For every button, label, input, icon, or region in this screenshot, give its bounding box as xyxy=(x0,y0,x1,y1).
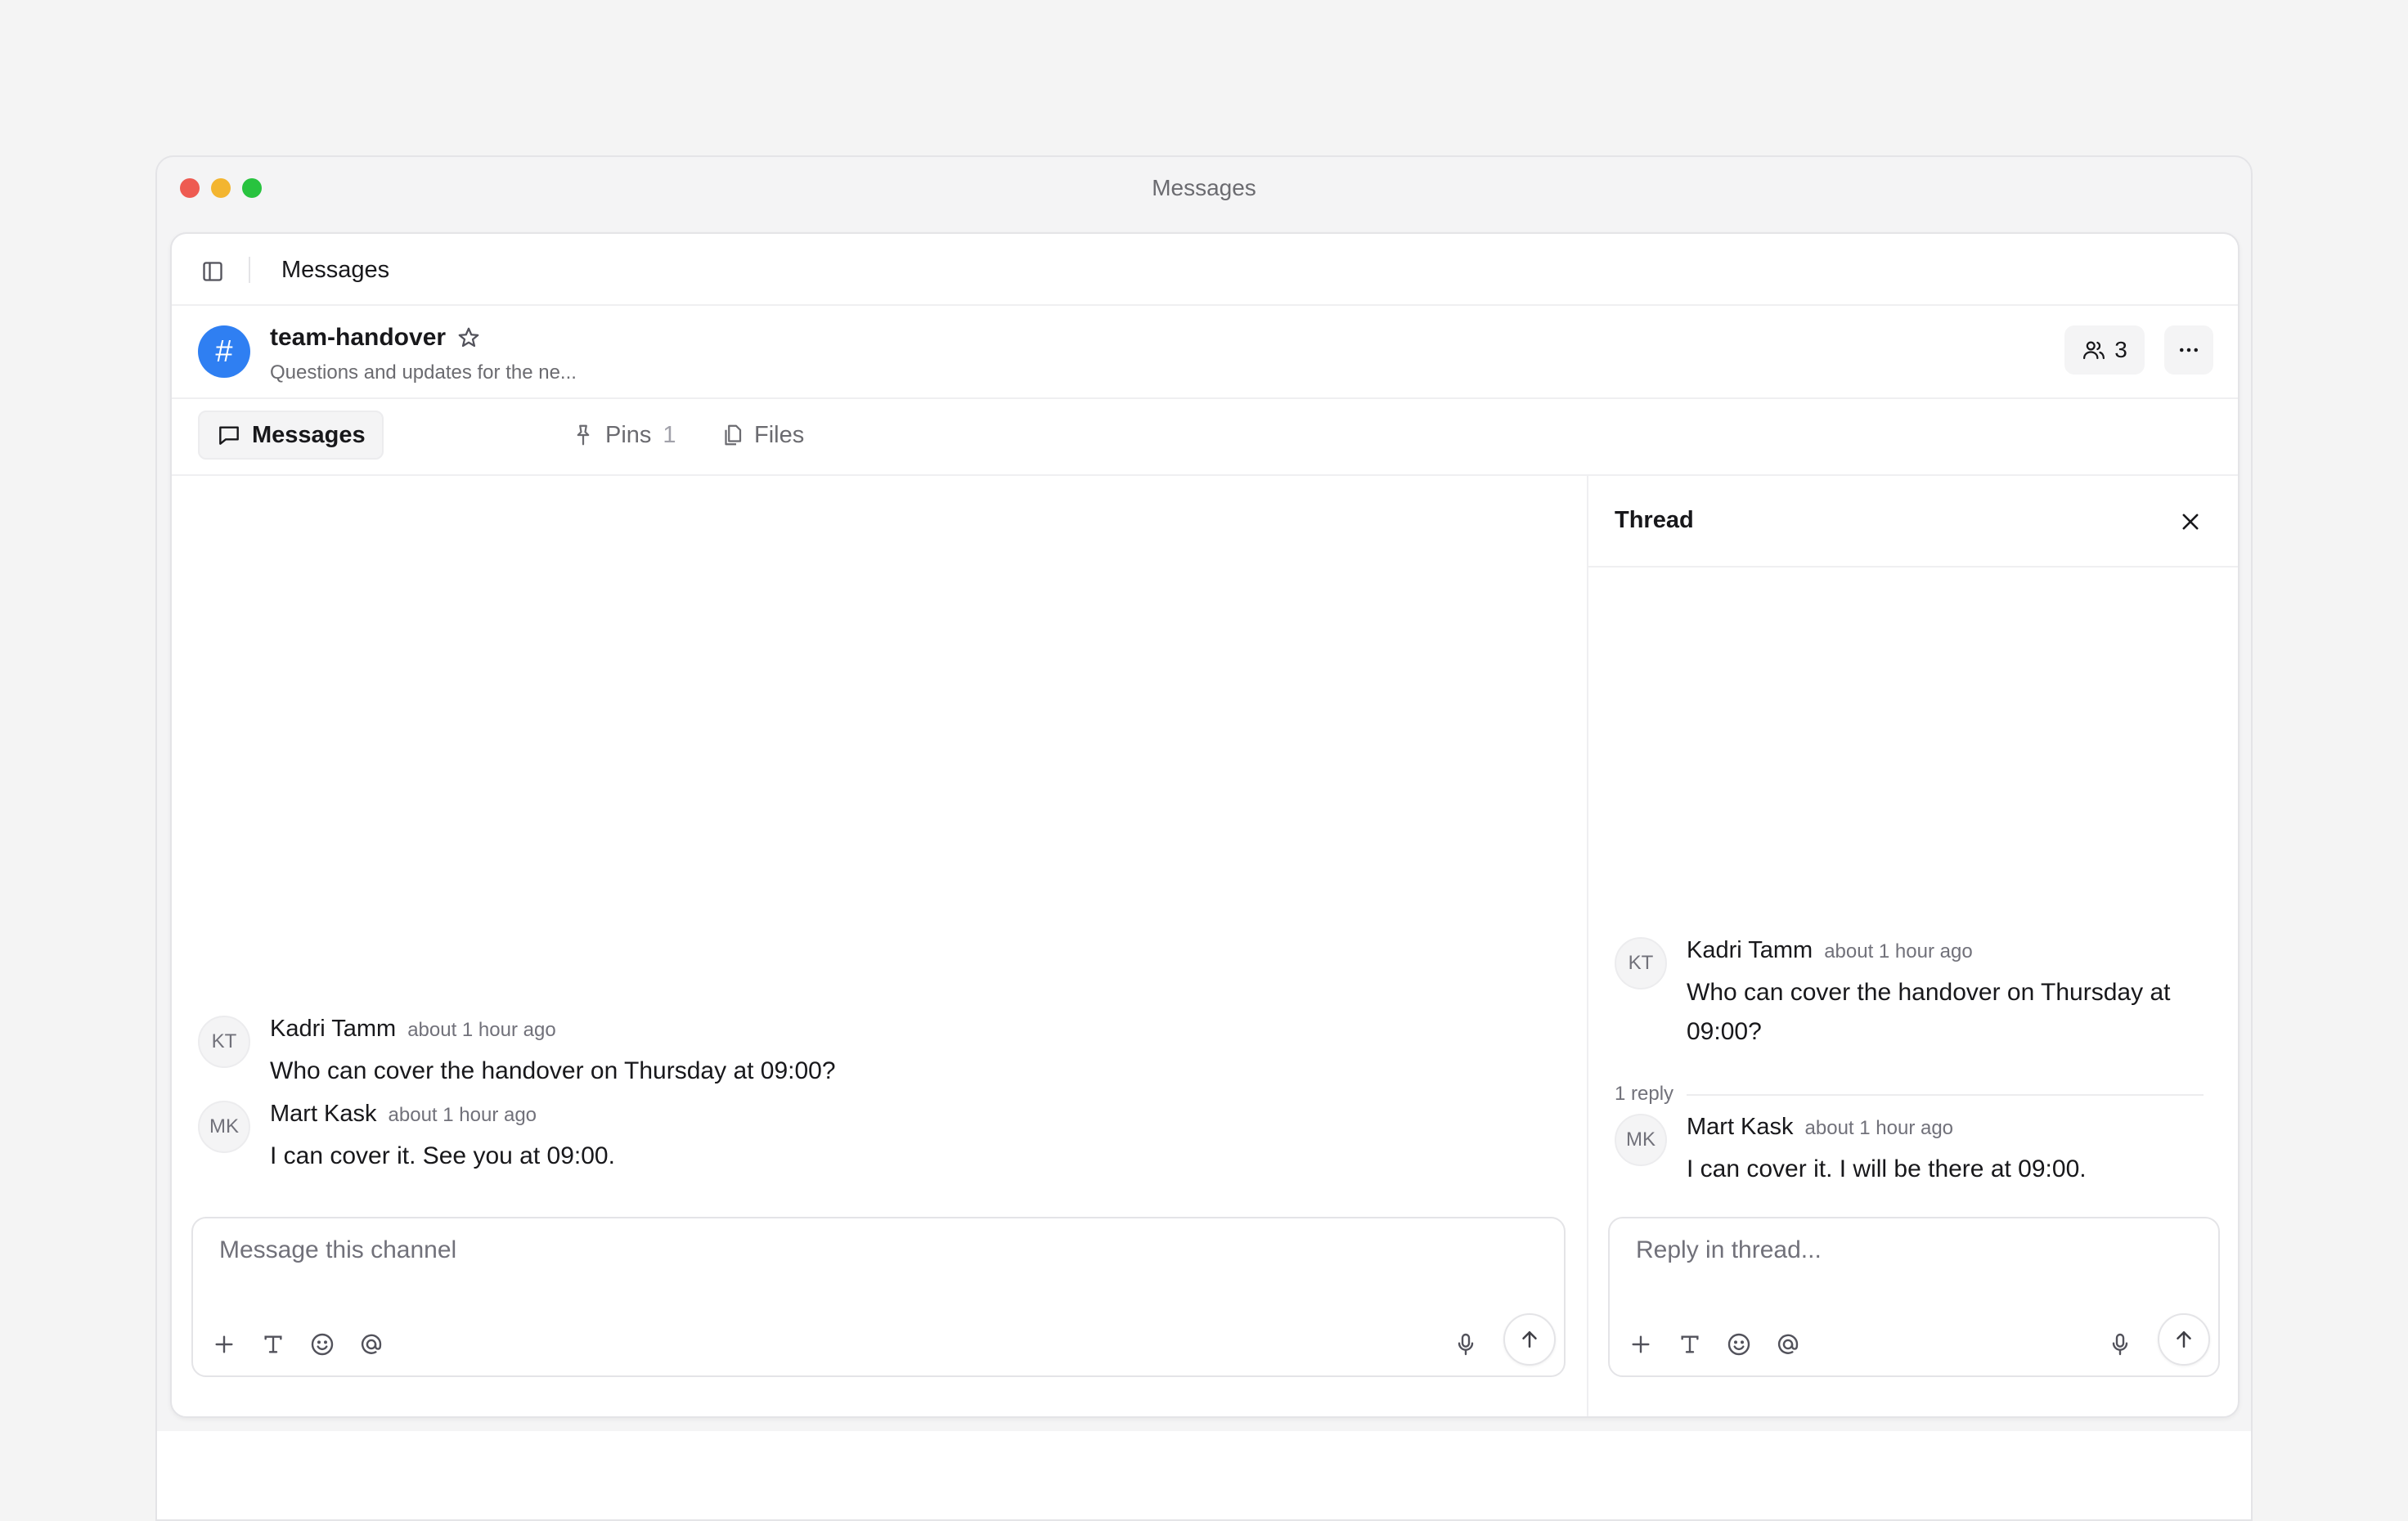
arrow-up-icon xyxy=(2172,1327,2196,1352)
message-author: Mart Kask xyxy=(270,1101,377,1127)
divider xyxy=(249,257,250,283)
message-header: Kadri Tamm about 1 hour ago xyxy=(270,1016,556,1043)
message-text: Who can cover the handover on Thursday a… xyxy=(1687,973,2170,1052)
text-format-icon[interactable] xyxy=(1677,1331,1703,1357)
star-icon[interactable] xyxy=(456,325,481,350)
message-square-icon xyxy=(216,422,242,448)
divider xyxy=(1615,1094,2204,1096)
avatar: KT xyxy=(198,1016,250,1068)
member-count: 3 xyxy=(2114,337,2127,362)
top-bar: Messages xyxy=(172,234,2238,306)
send-reply-button[interactable] xyxy=(2158,1313,2210,1366)
app-window: Messages Messages # team-handover Questi… xyxy=(155,155,2253,1521)
title-bar: Messages xyxy=(157,157,2251,219)
message-author: Kadri Tamm xyxy=(270,1016,397,1042)
message-time: about 1 hour ago xyxy=(1804,1117,1954,1139)
message-input[interactable]: Message this channel xyxy=(219,1236,456,1264)
reply-count-divider: 1 reply xyxy=(1615,1083,2204,1107)
sidebar-toggle-icon[interactable] xyxy=(201,260,224,283)
pins-count: 1 xyxy=(663,421,676,448)
users-icon xyxy=(2082,338,2106,362)
channel-name: team-handover xyxy=(270,324,447,351)
microphone-icon[interactable] xyxy=(2107,1331,2133,1357)
thread-reply-input[interactable]: Reply in thread... xyxy=(1636,1236,1822,1264)
avatar: MK xyxy=(1615,1114,1667,1166)
members-button[interactable]: 3 xyxy=(2064,325,2145,375)
message-author: Mart Kask xyxy=(1687,1114,1794,1140)
window-title: Messages xyxy=(1152,175,1256,200)
message-text: Who can cover the handover on Thursday a… xyxy=(270,1057,836,1084)
tab-messages[interactable]: Messages xyxy=(198,411,384,460)
channel-tabs: Messages Pins 1 Files xyxy=(172,399,2238,476)
tab-label: Files xyxy=(754,421,805,448)
close-icon[interactable] xyxy=(2179,510,2202,533)
tab-label: Messages xyxy=(252,421,366,448)
reply-count: 1 reply xyxy=(1615,1083,1687,1106)
message-text-line: Who can cover the handover on Thursday a… xyxy=(1687,979,2171,1006)
message-time: about 1 hour ago xyxy=(388,1104,537,1126)
message-time: about 1 hour ago xyxy=(407,1019,556,1041)
plus-icon[interactable] xyxy=(1628,1331,1654,1357)
message-composer[interactable]: Message this channel xyxy=(191,1217,1566,1377)
thread-reply-composer[interactable]: Reply in thread... xyxy=(1608,1217,2220,1377)
message-author: Kadri Tamm xyxy=(1687,937,1813,963)
message-text-line: 09:00? xyxy=(1687,1018,1762,1045)
page-title: Messages xyxy=(281,257,390,283)
text-format-icon[interactable] xyxy=(260,1331,286,1357)
app-panel: Messages # team-handover Questions and u… xyxy=(170,232,2240,1418)
message-time: about 1 hour ago xyxy=(1824,940,1973,962)
window-footer-area xyxy=(157,1431,2251,1519)
message-header: Kadri Tamm about 1 hour ago xyxy=(1687,937,1973,964)
message-text: I can cover it. See you at 09:00. xyxy=(270,1142,615,1169)
message-list-pane: KT Kadri Tamm about 1 hour ago Who can co… xyxy=(172,476,1587,1416)
emoji-icon[interactable] xyxy=(1726,1331,1752,1357)
mention-icon[interactable] xyxy=(1775,1331,1801,1357)
message-text: I can cover it. I will be there at 09:00… xyxy=(1687,1155,2087,1182)
mention-icon[interactable] xyxy=(358,1331,384,1357)
channel-hash-icon: # xyxy=(198,325,250,378)
tab-files[interactable]: Files xyxy=(703,411,820,460)
thread-pane: Thread KT Kadri Tamm about 1 hour ago Who… xyxy=(1587,476,2238,1416)
emoji-icon[interactable] xyxy=(309,1331,335,1357)
avatar: MK xyxy=(198,1101,250,1153)
channel-description: Questions and updates for the ne... xyxy=(270,361,577,384)
channel-header: # team-handover Questions and updates fo… xyxy=(172,306,2238,399)
thread-title: Thread xyxy=(1615,507,1694,533)
message-header: Mart Kask about 1 hour ago xyxy=(1687,1114,1953,1141)
pin-icon xyxy=(571,423,595,447)
arrow-up-icon xyxy=(1517,1327,1542,1352)
files-icon xyxy=(720,423,744,447)
message-header: Mart Kask about 1 hour ago xyxy=(270,1101,537,1128)
thread-header: Thread xyxy=(1588,476,2238,568)
avatar: KT xyxy=(1615,937,1667,989)
more-horizontal-icon xyxy=(2177,338,2201,362)
more-options-button[interactable] xyxy=(2164,325,2213,375)
plus-icon[interactable] xyxy=(211,1331,237,1357)
microphone-icon[interactable] xyxy=(1453,1331,1479,1357)
tab-pins[interactable]: Pins 1 xyxy=(555,411,693,460)
tab-label: Pins xyxy=(605,421,652,448)
send-button[interactable] xyxy=(1503,1313,1556,1366)
